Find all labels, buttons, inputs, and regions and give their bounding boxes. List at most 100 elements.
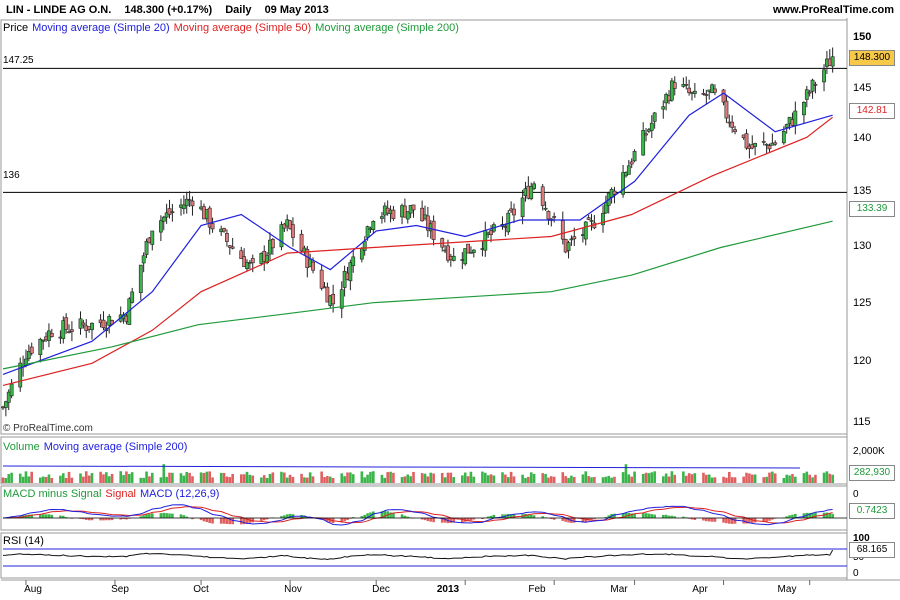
volume-bar: [50, 477, 54, 483]
volume-bar: [426, 476, 430, 483]
volume-bar: [532, 473, 536, 483]
volume-bar: [372, 471, 375, 483]
volume-bar: [788, 475, 791, 483]
level-label-high: 147.25: [3, 55, 34, 66]
candle-body: [130, 291, 135, 303]
volume-bar: [222, 472, 226, 483]
candle-body: [692, 90, 697, 94]
macd-hist-bar: [283, 515, 286, 518]
macd-hist-bar: [165, 513, 168, 518]
candle-body: [29, 346, 34, 354]
volume-bar: [59, 475, 62, 483]
site-url[interactable]: www.ProRealTime.com: [773, 4, 894, 16]
volume-bar: [188, 472, 191, 483]
volume-bar: [544, 473, 547, 483]
macd-hist-bar: [208, 518, 211, 523]
volume-bar: [320, 471, 323, 483]
macd-line-legend[interactable]: MACD (12,26,9): [140, 488, 219, 500]
volume-bar: [463, 472, 467, 483]
rsi-line: [2, 549, 834, 561]
volume-bar: [30, 471, 34, 483]
macd-hist-bar: [219, 518, 223, 524]
volume-bar: [587, 476, 590, 483]
macd-hist-bar: [791, 514, 794, 518]
volume-bar: [670, 471, 674, 483]
candle-body: [512, 208, 516, 216]
macd-hist-bar: [449, 518, 453, 523]
candle-body: [64, 317, 69, 330]
sma50-badge: 142.81: [849, 103, 895, 119]
volume-bar: [722, 476, 725, 483]
macd-signal-legend[interactable]: Signal: [105, 488, 136, 500]
volume-bar: [328, 476, 332, 483]
candle-body: [144, 240, 149, 255]
macd-y-tick: 0: [853, 489, 859, 500]
volume-bar: [409, 476, 412, 483]
volume-bar: [506, 477, 510, 483]
macd-hist-bar: [47, 514, 51, 518]
candle-body: [138, 264, 143, 293]
volume-ma-line: [2, 465, 801, 469]
volume-bar: [584, 471, 588, 483]
macd-hist-bar: [814, 512, 817, 518]
volume-bar: [791, 474, 794, 483]
volume-bar: [67, 471, 71, 483]
candle-body: [158, 220, 163, 233]
candle-body: [411, 204, 416, 211]
macd-hist-bar: [641, 513, 645, 518]
macd-hist-bar: [710, 518, 714, 522]
candle-body: [730, 121, 735, 128]
volume-bar: [285, 477, 289, 483]
y-tick-140: 140: [853, 132, 872, 144]
candle-body: [813, 84, 818, 86]
macd-hist-bar: [529, 514, 533, 518]
macd-hist-bar: [44, 514, 48, 518]
macd-hist-bar: [392, 513, 395, 518]
sma20-legend[interactable]: Moving average (Simple 20): [32, 22, 170, 34]
candle-body: [225, 233, 229, 242]
macd-hist-bar: [231, 518, 234, 525]
sma20-line: [2, 92, 833, 375]
volume-bar: [690, 474, 694, 483]
volume-bar: [110, 473, 114, 483]
sma50-legend[interactable]: Moving average (Simple 50): [174, 22, 312, 34]
y-tick-150: 150: [853, 31, 872, 43]
candle-body: [506, 212, 511, 233]
volume-bar: [509, 471, 513, 483]
volume-ma-legend[interactable]: Moving average (Simple 200): [44, 441, 188, 453]
macd-hist-bar: [532, 515, 536, 518]
candle-body: [222, 228, 226, 232]
volume-bar: [406, 474, 410, 483]
candle-body: [270, 239, 275, 249]
volume-bar: [262, 475, 266, 483]
volume-bar: [742, 476, 745, 483]
volume-bar: [400, 477, 404, 483]
volume-bar: [331, 478, 335, 483]
volume-bar: [380, 474, 384, 483]
volume-bar: [403, 476, 407, 483]
volume-bar: [765, 476, 768, 483]
candle-body: [331, 294, 336, 305]
macd-hist-bar: [661, 514, 665, 518]
candle-body: [626, 165, 631, 175]
sma200-badge: 133.39: [849, 201, 895, 217]
macd-diff-legend[interactable]: MACD minus Signal: [3, 488, 101, 500]
macd-hist-bar: [653, 514, 656, 518]
candle-body: [540, 186, 545, 206]
volume-bar: [753, 474, 757, 483]
macd-hist-bar: [162, 512, 166, 518]
volume-bar: [107, 476, 111, 483]
price-legend: Price Moving average (Simple 20) Moving av…: [3, 22, 463, 34]
macd-badge: 0.7423: [849, 503, 895, 519]
volume-bar: [693, 473, 697, 483]
panel-frame-3: [0, 532, 848, 579]
candle-body: [546, 210, 551, 220]
volume-bar: [550, 476, 553, 483]
macd-hist-bar: [145, 514, 148, 518]
candle-body: [612, 190, 617, 195]
volume-bar: [624, 464, 628, 483]
volume-bar: [239, 474, 243, 483]
volume-bar: [41, 476, 45, 483]
sma200-legend[interactable]: Moving average (Simple 200): [315, 22, 459, 34]
volume-bar: [811, 477, 814, 483]
